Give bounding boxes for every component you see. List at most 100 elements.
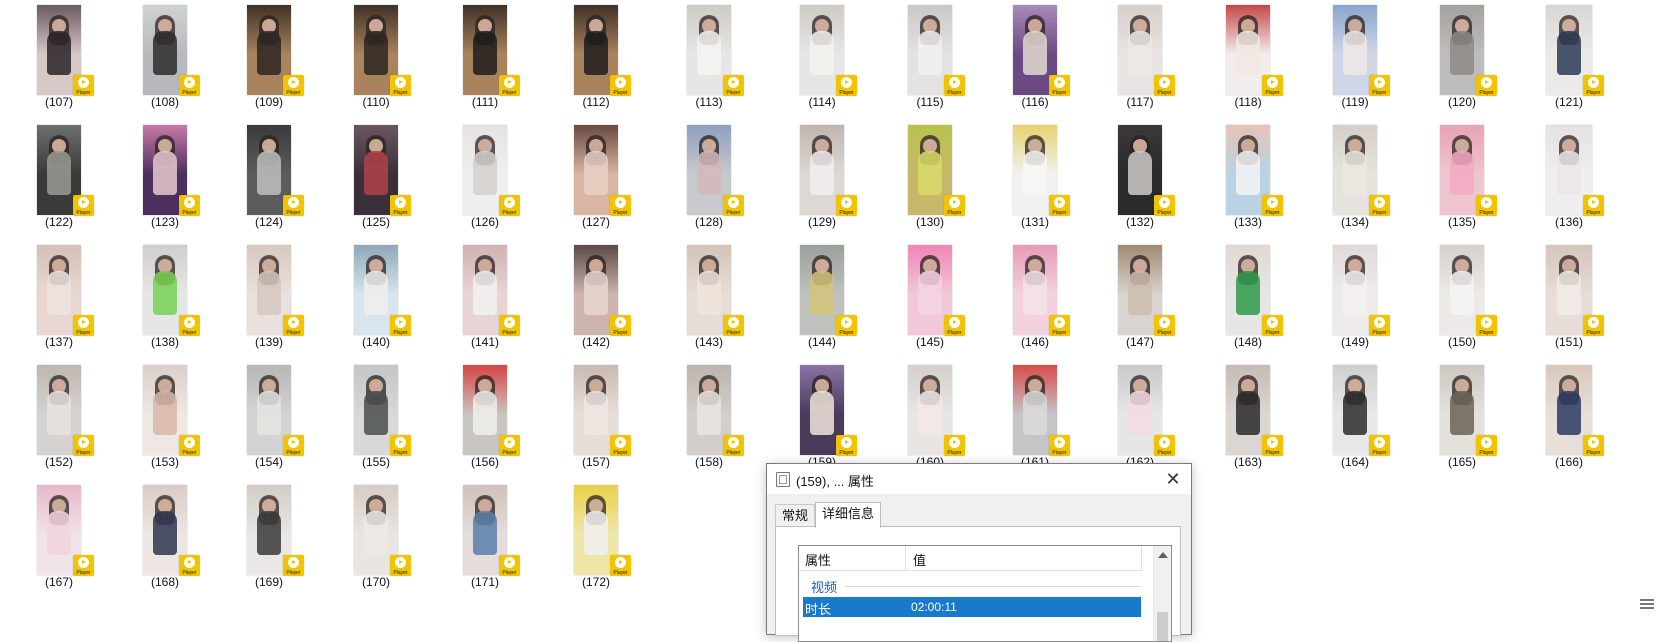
player-badge-icon: Player: [836, 195, 857, 216]
video-file-item[interactable]: Player (167): [9, 480, 109, 592]
video-file-item[interactable]: Player (122): [9, 120, 109, 232]
column-divider[interactable]: [1141, 546, 1142, 570]
details-view-icon[interactable]: [1640, 597, 1654, 611]
video-file-item[interactable]: Player (147): [1090, 240, 1190, 352]
video-file-item[interactable]: Player (126): [435, 120, 535, 232]
video-file-item[interactable]: Player (139): [219, 240, 319, 352]
property-name: 时长: [805, 602, 832, 617]
video-file-item[interactable]: Player (125): [326, 120, 426, 232]
video-file-item[interactable]: Player (170): [326, 480, 426, 592]
video-file-item[interactable]: Player (123): [115, 120, 215, 232]
video-file-item[interactable]: Player (108): [115, 0, 215, 112]
video-file-item[interactable]: Player (151): [1519, 240, 1619, 352]
video-file-item[interactable]: Player (153): [115, 360, 215, 472]
video-file-item[interactable]: Player (161): [985, 360, 1085, 472]
scroll-up-arrow-icon[interactable]: [1158, 552, 1168, 558]
video-file-item[interactable]: Player (119): [1305, 0, 1405, 112]
video-file-item[interactable]: Player (169): [219, 480, 319, 592]
video-file-item[interactable]: Player (110): [326, 0, 426, 112]
video-file-item[interactable]: Player (118): [1198, 0, 1298, 112]
video-file-item[interactable]: Player (171): [435, 480, 535, 592]
video-file-item[interactable]: Player (127): [546, 120, 646, 232]
player-badge-icon: Player: [390, 195, 411, 216]
player-badge-icon: Player: [1476, 75, 1497, 96]
details-list[interactable]: 属性 值 视频 时长 02:00:11: [798, 545, 1172, 642]
video-file-item[interactable]: Player (131): [985, 120, 1085, 232]
close-button[interactable]: ✕: [1155, 464, 1191, 494]
video-file-item[interactable]: Player (150): [1412, 240, 1512, 352]
vertical-scrollbar[interactable]: [1153, 546, 1171, 641]
file-name-label: (168): [150, 575, 179, 589]
video-file-item[interactable]: Player (166): [1519, 360, 1619, 472]
video-file-item[interactable]: Player (140): [326, 240, 426, 352]
video-file-item[interactable]: Player (109): [219, 0, 319, 112]
video-file-item[interactable]: Player (168): [115, 480, 215, 592]
video-file-item[interactable]: Player (162): [1090, 360, 1190, 472]
column-header-property[interactable]: 属性: [805, 550, 831, 569]
video-file-item[interactable]: Player (157): [546, 360, 646, 472]
file-name-label: (144): [807, 335, 836, 349]
scroll-thumb[interactable]: [1157, 612, 1168, 641]
play-icon: [615, 317, 626, 328]
tab-details[interactable]: 详细信息: [815, 502, 882, 528]
video-file-item[interactable]: Player (121): [1519, 0, 1619, 112]
video-file-item[interactable]: Player (172): [546, 480, 646, 592]
file-name-label: (143): [694, 335, 723, 349]
player-badge-icon: Player: [1049, 195, 1070, 216]
video-file-item[interactable]: Player (144): [772, 240, 872, 352]
video-file-item[interactable]: Player (156): [435, 360, 535, 472]
video-file-item[interactable]: Player (158): [659, 360, 759, 472]
video-file-item[interactable]: Player (145): [880, 240, 980, 352]
video-file-item[interactable]: Player (154): [219, 360, 319, 472]
player-badge-icon: Player: [610, 315, 631, 336]
play-icon: [1374, 317, 1385, 328]
video-file-item[interactable]: Player (164): [1305, 360, 1405, 472]
video-file-item[interactable]: Player (159): [772, 360, 872, 472]
video-file-item[interactable]: Player (133): [1198, 120, 1298, 232]
play-icon: [728, 437, 739, 448]
video-file-item[interactable]: Player (163): [1198, 360, 1298, 472]
video-file-item[interactable]: Player (148): [1198, 240, 1298, 352]
player-badge-icon: Player: [1583, 315, 1604, 336]
video-file-item[interactable]: Player (120): [1412, 0, 1512, 112]
video-file-item[interactable]: Player (113): [659, 0, 759, 112]
play-icon: [288, 77, 299, 88]
play-icon: [949, 437, 960, 448]
video-file-item[interactable]: Player (152): [9, 360, 109, 472]
player-badge-icon: Player: [1262, 75, 1283, 96]
video-file-item[interactable]: Player (112): [546, 0, 646, 112]
video-file-item[interactable]: Player (114): [772, 0, 872, 112]
video-file-item[interactable]: Player (107): [9, 0, 109, 112]
video-file-item[interactable]: Player (134): [1305, 120, 1405, 232]
video-file-item[interactable]: Player (146): [985, 240, 1085, 352]
play-icon: [1267, 317, 1278, 328]
video-file-item[interactable]: Player (117): [1090, 0, 1190, 112]
video-file-item[interactable]: Player (136): [1519, 120, 1619, 232]
play-icon: [1374, 437, 1385, 448]
video-file-item[interactable]: Player (132): [1090, 120, 1190, 232]
tab-general[interactable]: 常规: [775, 504, 816, 527]
video-file-item[interactable]: Player (115): [880, 0, 980, 112]
video-file-item[interactable]: Player (165): [1412, 360, 1512, 472]
video-file-item[interactable]: Player (143): [659, 240, 759, 352]
list-row-duration[interactable]: 时长 02:00:11: [803, 597, 1141, 617]
video-file-item[interactable]: Player (149): [1305, 240, 1405, 352]
video-file-item[interactable]: Player (137): [9, 240, 109, 352]
dialog-titlebar[interactable]: (159), ... 属性 ✕: [767, 464, 1191, 494]
column-header-value[interactable]: 值: [913, 550, 926, 569]
file-name-label: (171): [470, 575, 499, 589]
video-file-item[interactable]: Player (155): [326, 360, 426, 472]
video-file-item[interactable]: Player (141): [435, 240, 535, 352]
video-file-item[interactable]: Player (142): [546, 240, 646, 352]
video-file-item[interactable]: Player (128): [659, 120, 759, 232]
video-file-item[interactable]: Player (135): [1412, 120, 1512, 232]
video-file-item[interactable]: Player (111): [435, 0, 535, 112]
video-file-item[interactable]: Player (160): [880, 360, 980, 472]
video-file-item[interactable]: Player (129): [772, 120, 872, 232]
player-badge-icon: Player: [73, 315, 94, 336]
video-file-item[interactable]: Player (124): [219, 120, 319, 232]
video-file-item[interactable]: Player (116): [985, 0, 1085, 112]
column-divider[interactable]: [905, 546, 906, 570]
video-file-item[interactable]: Player (138): [115, 240, 215, 352]
video-file-item[interactable]: Player (130): [880, 120, 980, 232]
